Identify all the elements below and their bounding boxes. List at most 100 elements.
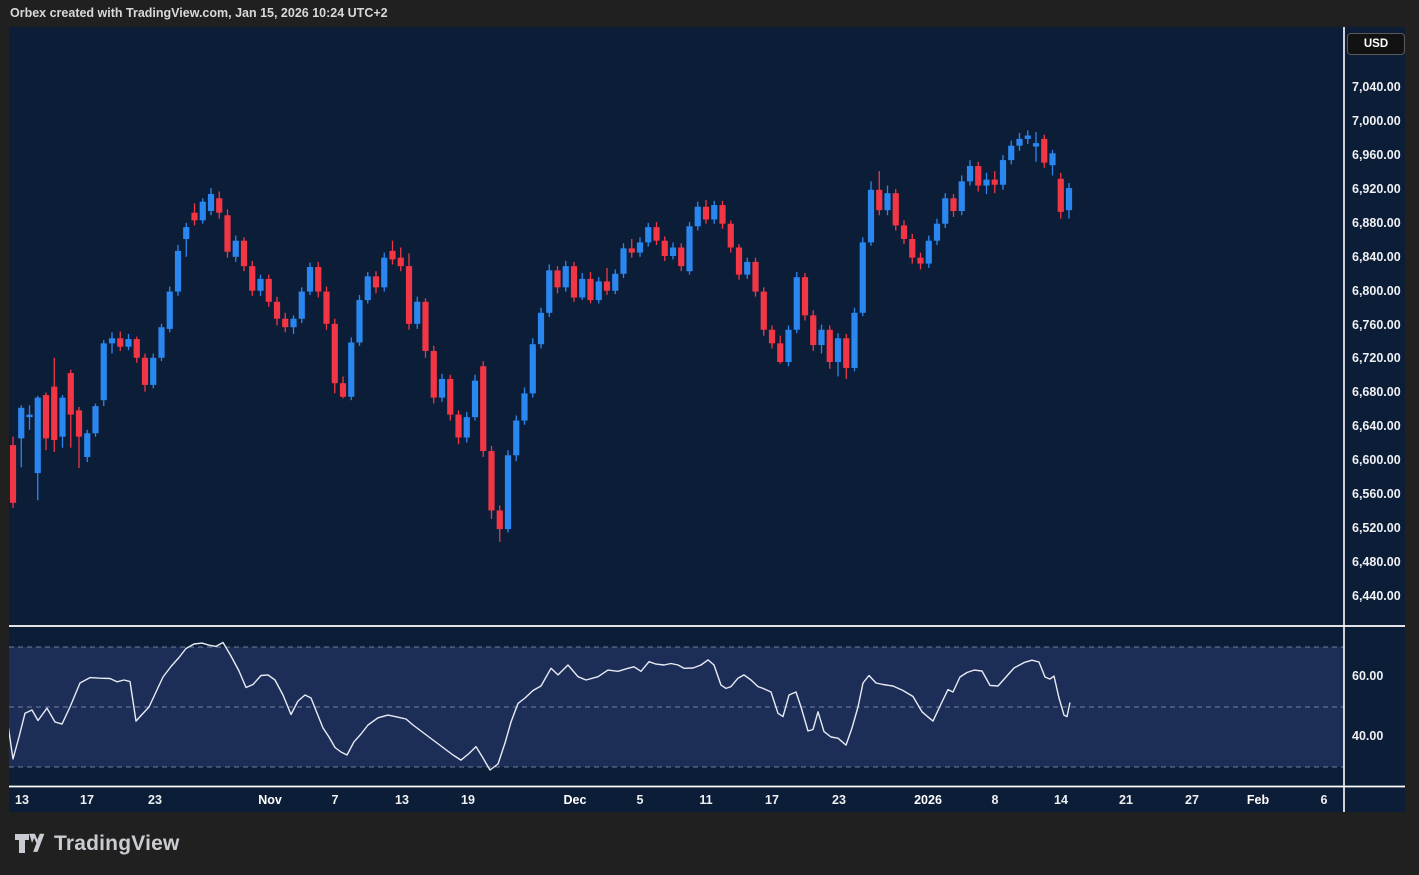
candle xyxy=(142,354,148,392)
candle xyxy=(505,450,511,532)
candle xyxy=(975,162,981,192)
candle xyxy=(323,287,329,330)
time-tick-label: 23 xyxy=(148,793,162,807)
candle xyxy=(827,326,833,369)
candle xyxy=(216,191,222,218)
time-tick-label: 13 xyxy=(15,793,29,807)
candle xyxy=(884,186,890,216)
time-tick-label: 6 xyxy=(1321,793,1328,807)
candle xyxy=(1033,132,1039,162)
candle xyxy=(546,264,552,317)
candle xyxy=(678,243,684,271)
price-tick-label: 6,560.00 xyxy=(1352,487,1401,501)
candle xyxy=(241,237,247,271)
candle xyxy=(521,387,527,424)
candle xyxy=(290,315,296,334)
candle xyxy=(554,266,560,293)
candle xyxy=(389,241,395,265)
tradingview-logo[interactable]: TradingView xyxy=(14,830,180,857)
candle xyxy=(860,237,866,316)
candle xyxy=(629,239,635,258)
chart-attribution-text: Orbex created with TradingView.com, Jan … xyxy=(10,0,388,27)
tradingview-logo-text: TradingView xyxy=(54,832,180,856)
candle xyxy=(794,272,800,333)
candle xyxy=(835,333,841,376)
candle xyxy=(167,287,173,333)
price-tick-label: 6,760.00 xyxy=(1352,318,1401,332)
price-tick-label: 6,720.00 xyxy=(1352,351,1401,365)
candle xyxy=(488,446,494,519)
price-tick-label: 6,480.00 xyxy=(1352,555,1401,569)
candle xyxy=(695,202,701,231)
candle xyxy=(307,263,313,295)
candle xyxy=(464,412,470,443)
candle xyxy=(224,209,230,257)
currency-usd-label: USD xyxy=(1364,38,1388,50)
rsi-tick-label: 60.00 xyxy=(1352,669,1383,683)
candle xyxy=(596,277,602,303)
candle xyxy=(68,370,74,448)
time-tick-label: 14 xyxy=(1054,793,1068,807)
candle xyxy=(620,243,626,278)
candle xyxy=(455,410,461,444)
candle xyxy=(909,234,915,264)
price-tick-label: 6,440.00 xyxy=(1352,589,1401,603)
candle xyxy=(200,198,206,223)
candle xyxy=(1000,155,1006,190)
candle xyxy=(530,338,536,397)
candle xyxy=(901,220,907,244)
candle xyxy=(497,505,503,541)
candle xyxy=(332,319,338,394)
candle xyxy=(1066,183,1072,219)
candle xyxy=(563,261,569,292)
time-tick-label: 17 xyxy=(765,793,779,807)
time-tick-label: 19 xyxy=(461,793,475,807)
price-tick-label: 6,960.00 xyxy=(1352,148,1401,162)
candle xyxy=(926,236,932,268)
time-tick-label: 13 xyxy=(395,793,409,807)
candle xyxy=(26,405,32,430)
candle xyxy=(43,393,49,451)
candle xyxy=(398,247,404,271)
candle xyxy=(802,273,808,321)
candle xyxy=(150,354,156,389)
candle xyxy=(752,258,758,297)
candle xyxy=(109,332,115,353)
candle xyxy=(1049,150,1055,175)
candle xyxy=(422,298,428,357)
candle xyxy=(893,189,899,231)
time-tick-label: 21 xyxy=(1119,793,1133,807)
candle xyxy=(612,270,618,295)
candle xyxy=(101,340,107,406)
candle xyxy=(686,222,692,275)
candle xyxy=(84,430,90,462)
candle xyxy=(719,201,725,229)
candle xyxy=(447,375,453,421)
rsi-tick-label: 40.00 xyxy=(1352,729,1383,743)
time-tick-label: 17 xyxy=(80,793,94,807)
candle xyxy=(414,297,420,329)
candle xyxy=(983,173,989,194)
currency-usd-badge[interactable]: USD xyxy=(1347,33,1405,55)
candle xyxy=(208,188,214,215)
candle xyxy=(406,253,412,329)
candle xyxy=(1025,130,1031,144)
candle xyxy=(59,395,65,448)
candle xyxy=(51,358,57,452)
candle xyxy=(299,287,305,323)
candle xyxy=(637,237,643,257)
candle xyxy=(934,219,940,245)
time-tick-label: 2026 xyxy=(914,793,942,807)
candle xyxy=(761,287,767,335)
candle xyxy=(10,437,16,508)
chart-attribution-bar: Orbex created with TradingView.com, Jan … xyxy=(0,0,1419,27)
bottom-bar: TradingView xyxy=(0,812,1419,875)
candle xyxy=(785,326,791,367)
candle xyxy=(992,171,998,193)
candle xyxy=(431,346,437,404)
time-tick-label: 11 xyxy=(699,793,712,807)
time-tick-label: 8 xyxy=(992,793,999,807)
price-tick-label: 6,880.00 xyxy=(1352,216,1401,230)
chart-canvas[interactable] xyxy=(9,27,1405,812)
candle xyxy=(356,295,362,346)
